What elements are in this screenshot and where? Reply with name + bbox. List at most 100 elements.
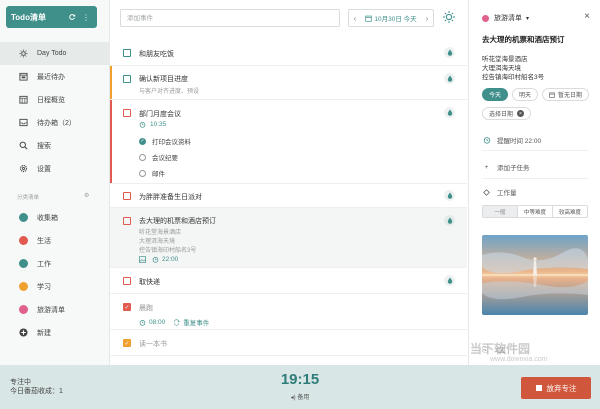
water-drop-icon[interactable] [444, 73, 455, 84]
task-checkbox[interactable] [123, 192, 131, 200]
app-header: Todo清单 ⋮ [6, 6, 97, 28]
sidebar-list-travel[interactable]: 旅游清单 [0, 298, 110, 321]
sidebar-list-life[interactable]: 生活 [0, 229, 110, 252]
sidebar-item-search[interactable]: 搜索 [0, 134, 110, 157]
water-drop-icon[interactable] [444, 215, 455, 226]
sidebar-item-settings[interactable]: 设置 [0, 157, 110, 180]
task-row-selected[interactable]: 去大理的机票和酒店预订 听花堂海景酒店 大理洱海天境 控告镇海印村船名3号 22… [110, 208, 467, 268]
next-day-chevron-icon[interactable]: › [421, 14, 433, 23]
task-title: 读一本书 [139, 341, 167, 348]
subtask-check[interactable] [139, 169, 146, 177]
sidebar: Todo清单 ⋮ Day Todo 最近待办 日程概览 待办箱（2） 搜索 设置… [0, 0, 110, 365]
task-row[interactable]: 部门月度会议 10:35 ✓ 打印会议资料 会议纪要 邮件 [110, 100, 467, 184]
chip-label: 暂无日期 [558, 93, 583, 99]
calendar-icon [549, 92, 555, 98]
close-icon[interactable]: × [584, 11, 590, 22]
subtask-row[interactable]: ✓ 打印会议资料 [139, 136, 191, 146]
abandon-focus-button[interactable]: 放弃专注 [521, 377, 591, 399]
inbox-icon [19, 118, 28, 127]
sidebar-list-inbox[interactable]: 收集箱 [0, 206, 110, 229]
subtask-row[interactable]: 邮件 [139, 168, 165, 178]
task-time: 10:35 [150, 121, 167, 128]
attached-photo[interactable] [482, 235, 588, 315]
effort-option-medium[interactable]: 中等难度 [518, 206, 553, 217]
sun-icon[interactable] [442, 10, 456, 24]
detail-title[interactable]: 去大理的机票和酒店预订 [482, 34, 565, 45]
subtask-row[interactable]: 会议纪要 [139, 152, 178, 162]
task-checkbox[interactable] [123, 277, 131, 285]
watermark-url: www.downxia.com [490, 356, 548, 363]
subtask-label: 会议纪要 [152, 155, 178, 162]
list-color-dot [19, 236, 28, 245]
sidebar-item-schedule[interactable]: 日程概览 [0, 88, 110, 111]
task-checkbox[interactable] [123, 217, 131, 225]
chip-today[interactable]: 今天 [482, 88, 509, 101]
priority-bar [110, 66, 112, 99]
date-picker-button[interactable]: 10月30日 今天 [361, 13, 421, 23]
task-checkbox[interactable] [123, 109, 131, 117]
task-row[interactable]: 确认新项目进度 与客户对齐进度、预设 [110, 66, 467, 100]
water-drop-icon[interactable] [444, 190, 455, 201]
list-color-dot [482, 14, 489, 22]
task-note-line: 听花堂海景酒店 [139, 230, 182, 236]
prev-day-chevron-icon[interactable]: ‹ [349, 14, 361, 23]
subtask-check[interactable]: ✓ [139, 137, 146, 145]
repeat-icon [174, 318, 180, 326]
speaker-icon: ◂) [290, 395, 296, 401]
task-row[interactable]: 取快递 [110, 268, 467, 294]
task-row-done[interactable]: ✓ 晨跑 08:00 重复事件 [110, 294, 467, 330]
list-group-gear-icon[interactable]: ⚙ [84, 192, 89, 199]
detail-reminder[interactable]: 提醒时间 22:00 [482, 135, 541, 145]
water-drop-icon[interactable] [444, 275, 455, 286]
task-subtitle: 与客户对齐进度、预设 [139, 89, 200, 95]
divider [482, 178, 588, 179]
list-color-dot [19, 305, 28, 314]
subtask-label: 邮件 [152, 171, 165, 178]
task-note-line: 大理洱海天境 [139, 239, 176, 245]
current-date: 10月30日 今天 [374, 16, 417, 23]
water-drop-icon[interactable] [444, 47, 455, 58]
app-title: Todo清单 [11, 12, 46, 22]
sidebar-item-inbox[interactable]: 待办箱（2） [0, 111, 110, 134]
task-checkbox[interactable] [123, 75, 131, 83]
add-task-input[interactable] [120, 9, 340, 27]
detail-list-name: 旅游清单 [494, 15, 522, 22]
task-detail-panel: 旅游清单 ▾ × 去大理的机票和酒店预订 听花堂海景酒店 大理洱海天境 控告镇海… [468, 0, 600, 365]
chip-label: 选择日期 [489, 112, 514, 118]
clear-icon[interactable]: × [517, 110, 525, 117]
detail-note-line: 控告镇海印村船名3号 [482, 74, 545, 81]
sidebar-item-label: 设置 [37, 165, 51, 173]
task-checkbox-checked[interactable]: ✓ [123, 303, 131, 311]
stop-icon [535, 385, 542, 391]
focus-mode-label: 备用 [297, 395, 310, 401]
sidebar-list-study[interactable]: 学习 [0, 275, 110, 298]
list-color-dot [19, 282, 28, 291]
task-row-done[interactable]: ✓ 读一本书 [110, 330, 467, 356]
detail-notes[interactable]: 听花堂海景酒店 大理洱海天境 控告镇海印村船名3号 [482, 55, 544, 82]
detail-list-selector[interactable]: 旅游清单 ▾ [482, 13, 529, 23]
chip-tomorrow[interactable]: 明天 [512, 88, 539, 101]
chip-select-date[interactable]: 选择日期 × [482, 107, 532, 120]
effort-option-hard[interactable]: 较高难度 [553, 206, 587, 217]
task-title: 和朋友吃饭 [139, 51, 174, 58]
subtask-check[interactable] [139, 153, 146, 161]
task-row[interactable]: 和朋友吃饭 [110, 40, 467, 66]
effort-option-normal[interactable]: 一般 [483, 206, 518, 217]
chip-no-date[interactable]: 暂无日期 [542, 88, 590, 101]
sync-icon[interactable] [66, 11, 78, 23]
sidebar-item-day-todo[interactable]: Day Todo [0, 42, 110, 65]
task-checkbox-checked[interactable]: ✓ [123, 339, 131, 347]
water-drop-icon[interactable] [444, 107, 455, 118]
task-row[interactable]: 为胖胖准备生日派对 [110, 184, 467, 208]
sidebar-item-recent[interactable]: 最近待办 [0, 65, 110, 88]
sidebar-list-work[interactable]: 工作 [0, 252, 110, 275]
sidebar-new-list-button[interactable]: 新建 [0, 321, 110, 344]
calendar-icon [365, 15, 373, 22]
add-subtask-button[interactable]: + 添加子任务 [482, 162, 530, 173]
more-icon[interactable]: ⋮ [80, 11, 92, 23]
focus-mode[interactable]: ◂) 备用 [274, 392, 326, 401]
task-checkbox[interactable] [123, 49, 131, 57]
task-title: 确认新项目进度 [139, 76, 188, 83]
plus-circle-icon [19, 328, 28, 337]
list-color-dot [19, 213, 28, 222]
